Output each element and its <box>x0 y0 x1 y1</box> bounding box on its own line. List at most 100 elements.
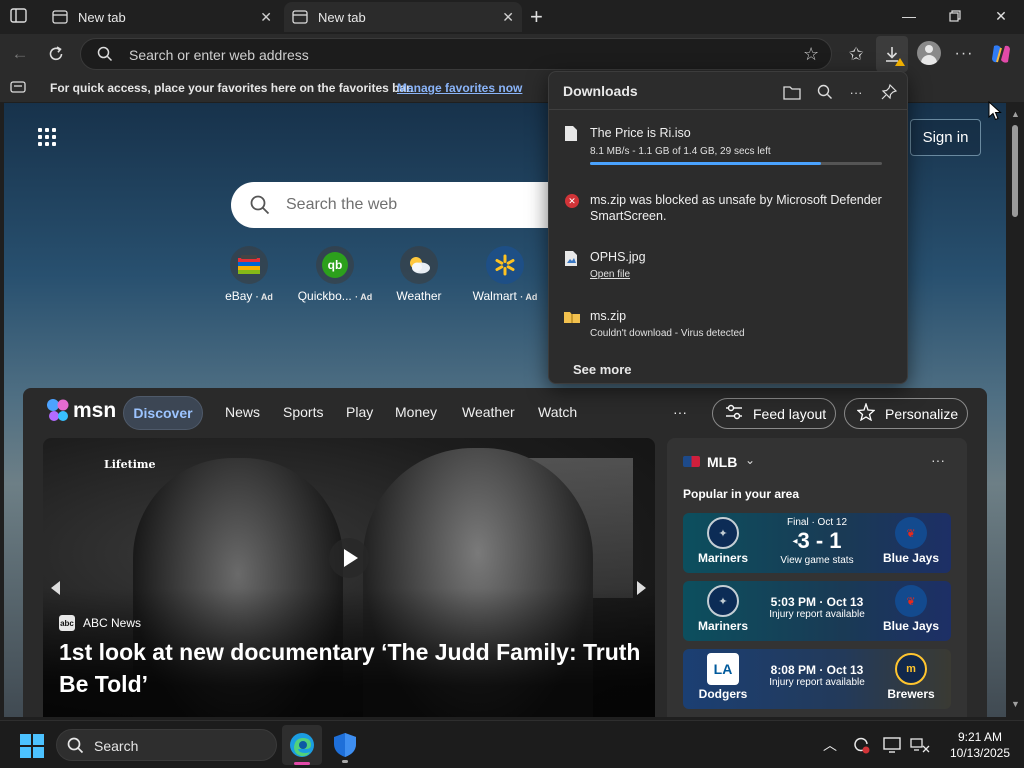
game-status: 8:08 PM · Oct 13 <box>770 663 864 677</box>
msn-brand: msn <box>73 399 117 422</box>
quick-link-weather[interactable]: Weather <box>374 246 464 303</box>
weather-icon <box>400 246 438 284</box>
carousel-prev-icon[interactable] <box>51 581 60 595</box>
feed-layout-button[interactable]: Feed layout <box>712 398 836 429</box>
quick-link-ebay[interactable]: eBay · Ad <box>204 246 294 303</box>
close-window-button[interactable]: ✕ <box>978 0 1024 32</box>
open-file-link[interactable]: Open file <box>590 269 630 280</box>
manage-favorites-link[interactable]: Manage favorites now <box>397 81 522 95</box>
sign-in-button[interactable]: Sign in <box>910 119 981 156</box>
minimize-button[interactable]: — <box>886 0 932 32</box>
tab-watch[interactable]: Watch <box>538 404 577 420</box>
more-tabs-icon[interactable]: ··· <box>673 404 687 420</box>
game-card[interactable]: ✦ Mariners 5:03 PM · Oct 13 Injury repor… <box>683 581 951 641</box>
close-tab-icon[interactable]: ✕ <box>502 9 514 26</box>
newtab-favicon-icon <box>292 9 308 25</box>
walmart-icon <box>486 246 524 284</box>
tab-money[interactable]: Money <box>395 404 437 420</box>
scroll-down-icon[interactable]: ▼ <box>1011 699 1020 709</box>
tab-actions-icon[interactable] <box>10 8 28 24</box>
mlb-title[interactable]: MLB <box>707 454 737 470</box>
tab-discover[interactable]: Discover <box>123 396 203 430</box>
mlb-more-icon[interactable]: ··· <box>931 452 945 468</box>
navigation-bar: ← Search or enter web address ☆ ✩ ··· <box>0 34 1024 74</box>
start-button[interactable] <box>20 734 44 758</box>
quick-link-quickbooks[interactable]: qb Quickbo... · Ad <box>290 246 380 303</box>
ad-label: · Ad <box>520 292 538 302</box>
page-scrollbar[interactable]: ▲ ▼ <box>1006 103 1024 717</box>
downloads-more-icon[interactable]: ··· <box>846 82 866 102</box>
blue-jays-logo-icon: ❦ <box>895 517 927 549</box>
quick-link-walmart[interactable]: Walmart · Ad <box>460 246 550 303</box>
blue-jays-logo-icon: ❦ <box>895 585 927 617</box>
game-card[interactable]: ✦ Mariners Final · Oct 12 ◂3 - 1 View ga… <box>683 513 951 573</box>
defender-taskbar-icon[interactable] <box>327 727 363 763</box>
tab-sports[interactable]: Sports <box>283 404 323 420</box>
game-note[interactable]: View game stats <box>763 555 871 566</box>
scroll-up-icon[interactable]: ▲ <box>1011 109 1020 119</box>
mariners-logo-icon: ✦ <box>707 585 739 617</box>
tab-1[interactable]: New tab ✕ <box>44 2 280 32</box>
tab-play[interactable]: Play <box>346 404 373 420</box>
carousel-next-icon[interactable] <box>637 581 646 595</box>
address-placeholder: Search or enter web address <box>129 47 309 63</box>
tab-weather[interactable]: Weather <box>462 404 515 420</box>
mouse-cursor <box>988 100 1002 126</box>
mlb-widget: MLB ⌄ ··· Popular in your area ✦ Mariner… <box>667 438 967 717</box>
new-tab-button[interactable]: + <box>530 4 550 29</box>
web-search-box[interactable]: Search the web <box>231 182 561 228</box>
back-icon[interactable]: ← <box>8 42 32 66</box>
personalize-button[interactable]: Personalize <box>844 398 968 429</box>
chevron-down-icon[interactable]: ⌄ <box>745 453 755 467</box>
network-disconnected-icon[interactable] <box>910 735 930 755</box>
tab-2[interactable]: New tab ✕ <box>284 2 522 32</box>
scrollbar-thumb[interactable] <box>1012 125 1018 217</box>
chevron-up-icon[interactable]: ︿ <box>820 735 840 755</box>
ad-label: · Ad <box>355 292 373 302</box>
pin-icon[interactable] <box>879 82 899 102</box>
profile-avatar[interactable] <box>917 41 941 65</box>
download-item[interactable]: The Price is Ri.iso 8.1 MB/s - 1.1 GB of… <box>549 120 907 172</box>
sync-alert-icon[interactable] <box>851 735 871 755</box>
copilot-icon[interactable] <box>989 42 1013 66</box>
favorites-icon[interactable]: ✩ <box>844 42 868 66</box>
story-headline[interactable]: 1st look at new documentary ‘The Judd Fa… <box>59 636 649 700</box>
download-blocked-message: ms.zip was blocked as unsafe by Microsof… <box>590 193 882 223</box>
game-note[interactable]: Injury report available <box>763 609 871 620</box>
favorites-bar-message: For quick access, place your favorites h… <box>50 81 414 95</box>
add-favorite-icon[interactable]: ☆ <box>803 44 819 65</box>
play-video-button[interactable] <box>329 538 369 578</box>
apps-launcher-icon[interactable] <box>38 128 58 148</box>
game-card[interactable]: LA Dodgers 8:08 PM · Oct 13 Injury repor… <box>683 649 951 709</box>
refresh-icon[interactable] <box>44 42 68 66</box>
tab-news[interactable]: News <box>225 404 260 420</box>
address-bar[interactable]: Search or enter web address ☆ <box>80 38 832 70</box>
system-clock[interactable]: 9:21 AM 10/13/2025 <box>940 729 1020 761</box>
taskbar: Search ︿ 9:21 AM 10/13/2025 <box>0 720 1024 768</box>
msn-butterfly-icon <box>45 398 71 429</box>
downloads-button[interactable] <box>876 36 908 72</box>
hero-story-card[interactable]: Lifetime abc ABC News 1st look at new do… <box>43 438 655 717</box>
download-item[interactable]: ✕ ms.zip was blocked as unsafe by Micros… <box>549 188 907 232</box>
title-bar: New tab ✕ New tab ✕ + — ✕ <box>0 0 1024 34</box>
close-tab-icon[interactable]: ✕ <box>260 9 272 26</box>
personalize-icon <box>856 401 876 424</box>
search-downloads-icon[interactable] <box>815 82 835 102</box>
taskbar-search-box[interactable]: Search <box>56 729 277 761</box>
download-item[interactable]: OPHS.jpg Open file <box>549 247 907 289</box>
search-icon <box>97 46 113 67</box>
team-away: m Brewers <box>871 649 951 701</box>
restore-button[interactable] <box>932 0 978 32</box>
edge-taskbar-icon[interactable] <box>282 725 322 765</box>
display-icon[interactable] <box>882 735 902 755</box>
favorites-bar-icon <box>10 81 26 96</box>
see-more-link[interactable]: See more <box>573 362 632 377</box>
game-note[interactable]: Injury report available <box>763 677 871 688</box>
settings-more-icon[interactable]: ··· <box>952 42 976 66</box>
open-downloads-folder-icon[interactable] <box>782 82 802 102</box>
mariners-logo-icon: ✦ <box>707 517 739 549</box>
msn-logo[interactable]: msn <box>45 398 117 429</box>
channel-logo: Lifetime <box>104 458 156 471</box>
quick-link-label: Walmart <box>472 289 517 303</box>
download-item[interactable]: ms.zip Couldn't download - Virus detecte… <box>549 306 907 348</box>
